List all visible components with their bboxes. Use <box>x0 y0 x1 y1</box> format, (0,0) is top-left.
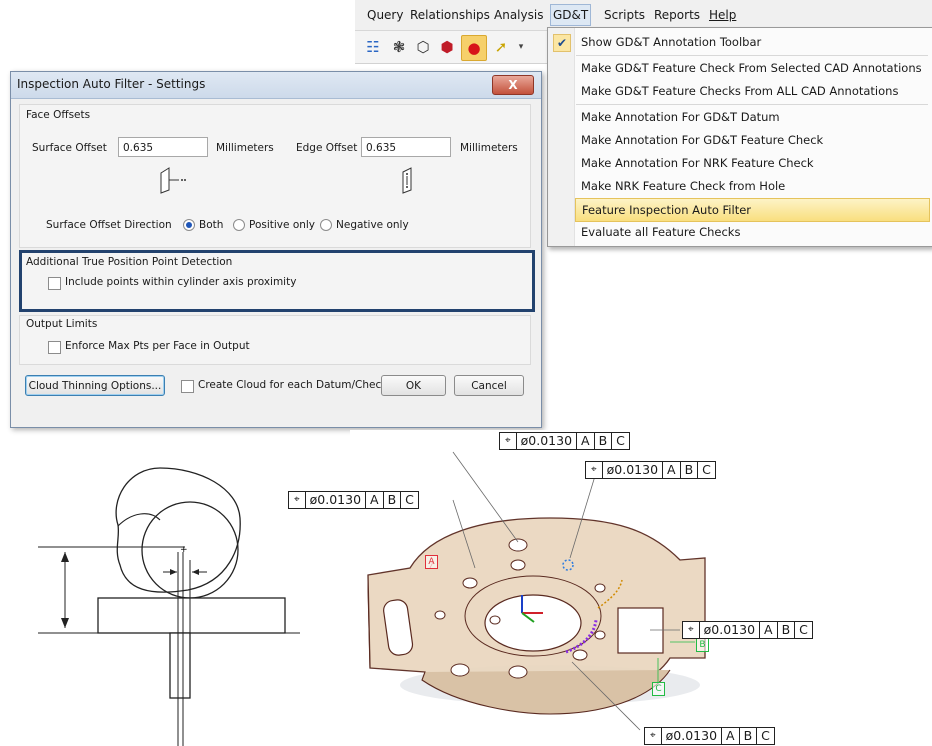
surface-offset-icon <box>160 167 186 194</box>
svg-text:+: + <box>180 545 188 555</box>
feature-control-frame: ⌖ ø0.0130 A B C <box>644 727 775 745</box>
close-icon[interactable]: X <box>492 75 534 95</box>
max-pts-label: Enforce Max Pts per Face in Output <box>65 340 250 352</box>
edge-offset-input[interactable]: 0.635 <box>361 137 451 157</box>
menu-item-evaluate-all[interactable]: Evaluate all Feature Checks <box>575 221 930 243</box>
menu-item-auto-filter[interactable]: Feature Inspection Auto Filter <box>575 198 930 222</box>
cloud-thinning-button[interactable]: Cloud Thinning Options... <box>25 375 165 396</box>
menu-separator <box>576 55 928 56</box>
position-symbol-icon: ⌖ <box>645 728 662 744</box>
datum-flag-b: B <box>696 638 709 652</box>
yellow-arrow-icon[interactable]: ➚ <box>491 37 511 57</box>
position-symbol-icon: ⌖ <box>586 462 603 478</box>
surface-offset-unit: Millimeters <box>216 142 274 154</box>
menu-query[interactable]: Query <box>365 5 405 25</box>
menu-gutter <box>548 28 575 246</box>
face-offsets-title: Face Offsets <box>26 109 91 121</box>
position-symbol-icon: ⌖ <box>683 622 700 638</box>
radio-both[interactable] <box>183 219 195 231</box>
position-symbol-icon: ⌖ <box>500 433 517 449</box>
surface-offset-input[interactable]: 0.635 <box>118 137 208 157</box>
sphere-grid-icon[interactable]: ❃ <box>389 37 409 57</box>
checkmark-icon: ✔ <box>553 34 571 52</box>
gdt-dropdown-menu: ✔ Show GD&T Annotation Toolbar Make GD&T… <box>547 27 932 247</box>
menu-item-annotation-datum[interactable]: Make Annotation For GD&T Datum <box>575 106 930 128</box>
menu-item-show-gdt-toolbar[interactable]: Show GD&T Annotation Toolbar <box>575 31 930 53</box>
output-limits-group: Output Limits Enforce Max Pts per Face i… <box>19 315 531 365</box>
create-cloud-checkbox[interactable] <box>181 380 194 393</box>
datum-flag-a: A <box>425 555 438 569</box>
menu-reports[interactable]: Reports <box>652 5 702 25</box>
radio-negative-label: Negative only <box>336 219 409 231</box>
menu-item-check-from-selected[interactable]: Make GD&T Feature Check From Selected CA… <box>575 57 930 79</box>
true-position-group: Additional True Position Point Detection… <box>19 250 535 312</box>
menu-item-checks-from-all[interactable]: Make GD&T Feature Checks From ALL CAD An… <box>575 80 930 102</box>
dialog-title: Inspection Auto Filter - Settings <box>17 77 206 91</box>
radio-negative[interactable] <box>320 219 332 231</box>
feature-control-frame: ⌖ ø0.0130 A B C <box>682 621 813 639</box>
face-offsets-group: Face Offsets Surface Offset 0.635 Millim… <box>19 104 531 248</box>
gdt-sketch-diagram: + <box>38 467 300 746</box>
edge-offset-label: Edge Offset <box>296 142 358 154</box>
menu-analysis[interactable]: Analysis <box>492 5 545 25</box>
datum-flag-c: C <box>652 682 665 696</box>
edge-offset-unit: Millimeters <box>460 142 518 154</box>
feature-control-frame: ⌖ ø0.0130 A B C <box>499 432 630 450</box>
radio-both-label: Both <box>199 219 224 231</box>
cylinder-proximity-checkbox[interactable] <box>48 277 61 290</box>
cylinder-proximity-label: Include points within cylinder axis prox… <box>65 276 297 288</box>
radio-positive-label: Positive only <box>249 219 316 231</box>
cube-icon[interactable]: ⬡ <box>413 37 433 57</box>
radio-positive[interactable] <box>233 219 245 231</box>
direction-label: Surface Offset Direction <box>46 219 172 231</box>
menu-relationships[interactable]: Relationships <box>408 5 492 25</box>
feature-control-frame: ⌖ ø0.0130 A B C <box>585 461 716 479</box>
position-symbol-icon: ⌖ <box>289 492 306 508</box>
red-sphere-icon[interactable]: ● <box>461 35 487 61</box>
red-hexagon-icon[interactable]: ⬢ <box>437 37 457 57</box>
cancel-button[interactable]: Cancel <box>454 375 524 396</box>
output-limits-title: Output Limits <box>26 318 98 330</box>
settings-dialog: Inspection Auto Filter - Settings X Face… <box>10 71 542 428</box>
menu-help[interactable]: Help <box>707 5 738 25</box>
edge-offset-icon <box>402 167 412 194</box>
menu-item-nrk-from-hole[interactable]: Make NRK Feature Check from Hole <box>575 175 930 197</box>
true-position-title: Additional True Position Point Detection <box>26 256 233 268</box>
dropdown-arrow-icon[interactable]: ▾ <box>511 37 531 57</box>
ok-button[interactable]: OK <box>381 375 446 396</box>
create-cloud-label: Create Cloud for each Datum/Check <box>198 379 388 391</box>
menu-item-annotation-feature-check[interactable]: Make Annotation For GD&T Feature Check <box>575 129 930 151</box>
dialog-title-bar[interactable]: Inspection Auto Filter - Settings X <box>11 72 541 99</box>
menu-gdt[interactable]: GD&T <box>550 4 592 26</box>
max-pts-checkbox[interactable] <box>48 341 61 354</box>
surface-offset-label: Surface Offset <box>32 142 107 154</box>
menu-item-annotation-nrk[interactable]: Make Annotation For NRK Feature Check <box>575 152 930 174</box>
hierarchy-icon[interactable]: ☷ <box>363 37 383 57</box>
feature-control-frame: ⌖ ø0.0130 A B C <box>288 491 419 509</box>
menu-scripts[interactable]: Scripts <box>602 5 647 25</box>
menu-separator <box>576 104 928 105</box>
